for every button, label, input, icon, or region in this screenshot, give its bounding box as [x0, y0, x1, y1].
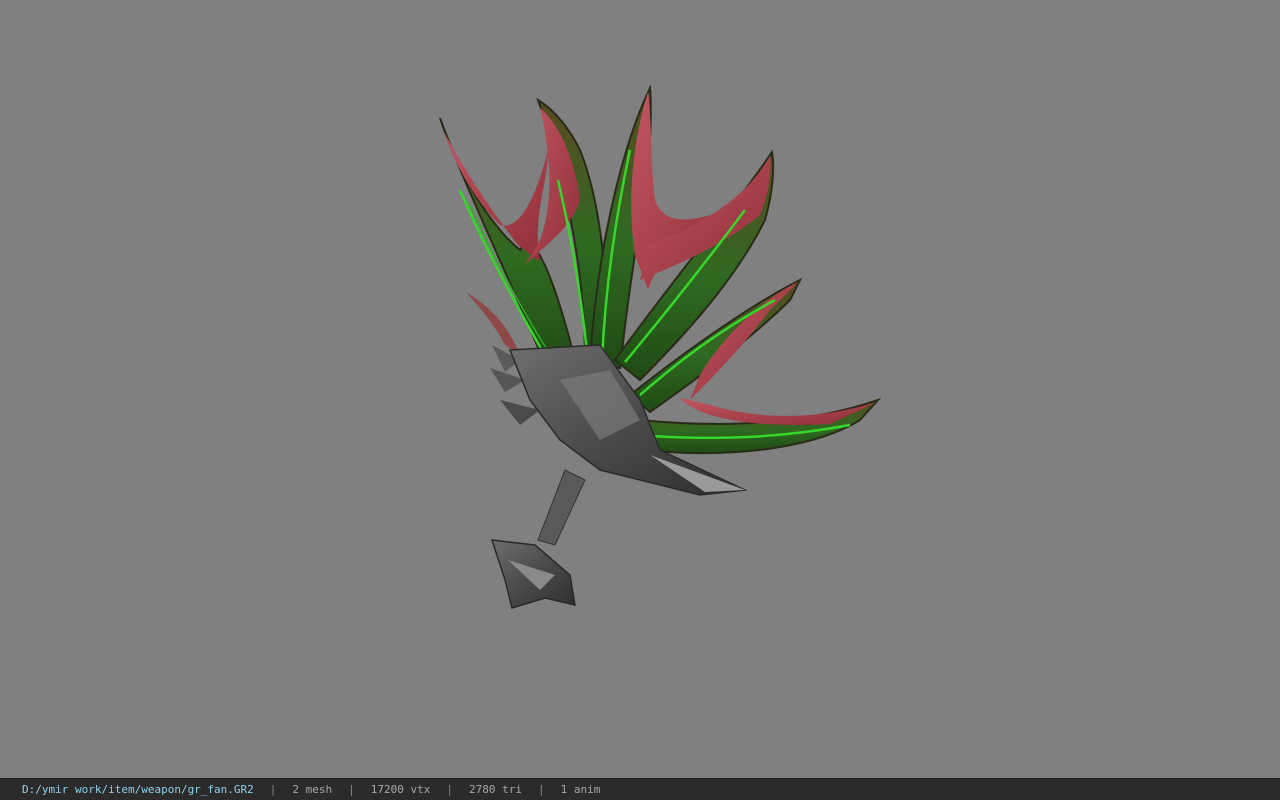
3d-viewport[interactable] [0, 0, 1280, 778]
status-bar: D:/ymir work/item/weapon/gr_fan.GR2 | 2 … [0, 778, 1280, 800]
status-separator: | [348, 783, 355, 796]
anim-count: 1 anim [560, 783, 601, 796]
fan-blade-6 [638, 397, 882, 455]
vertex-count: 17200 vtx [370, 783, 431, 796]
fan-weapon-model[interactable] [0, 0, 1280, 778]
mesh-count: 2 mesh [292, 783, 333, 796]
triangle-count: 2780 tri [469, 783, 523, 796]
status-separator: | [446, 783, 454, 796]
file-path: D:/ymir work/item/weapon/gr_fan.GR2 [22, 783, 254, 796]
status-separator: | [538, 783, 545, 796]
status-separator: | [269, 783, 277, 796]
fan-handle [490, 469, 586, 609]
